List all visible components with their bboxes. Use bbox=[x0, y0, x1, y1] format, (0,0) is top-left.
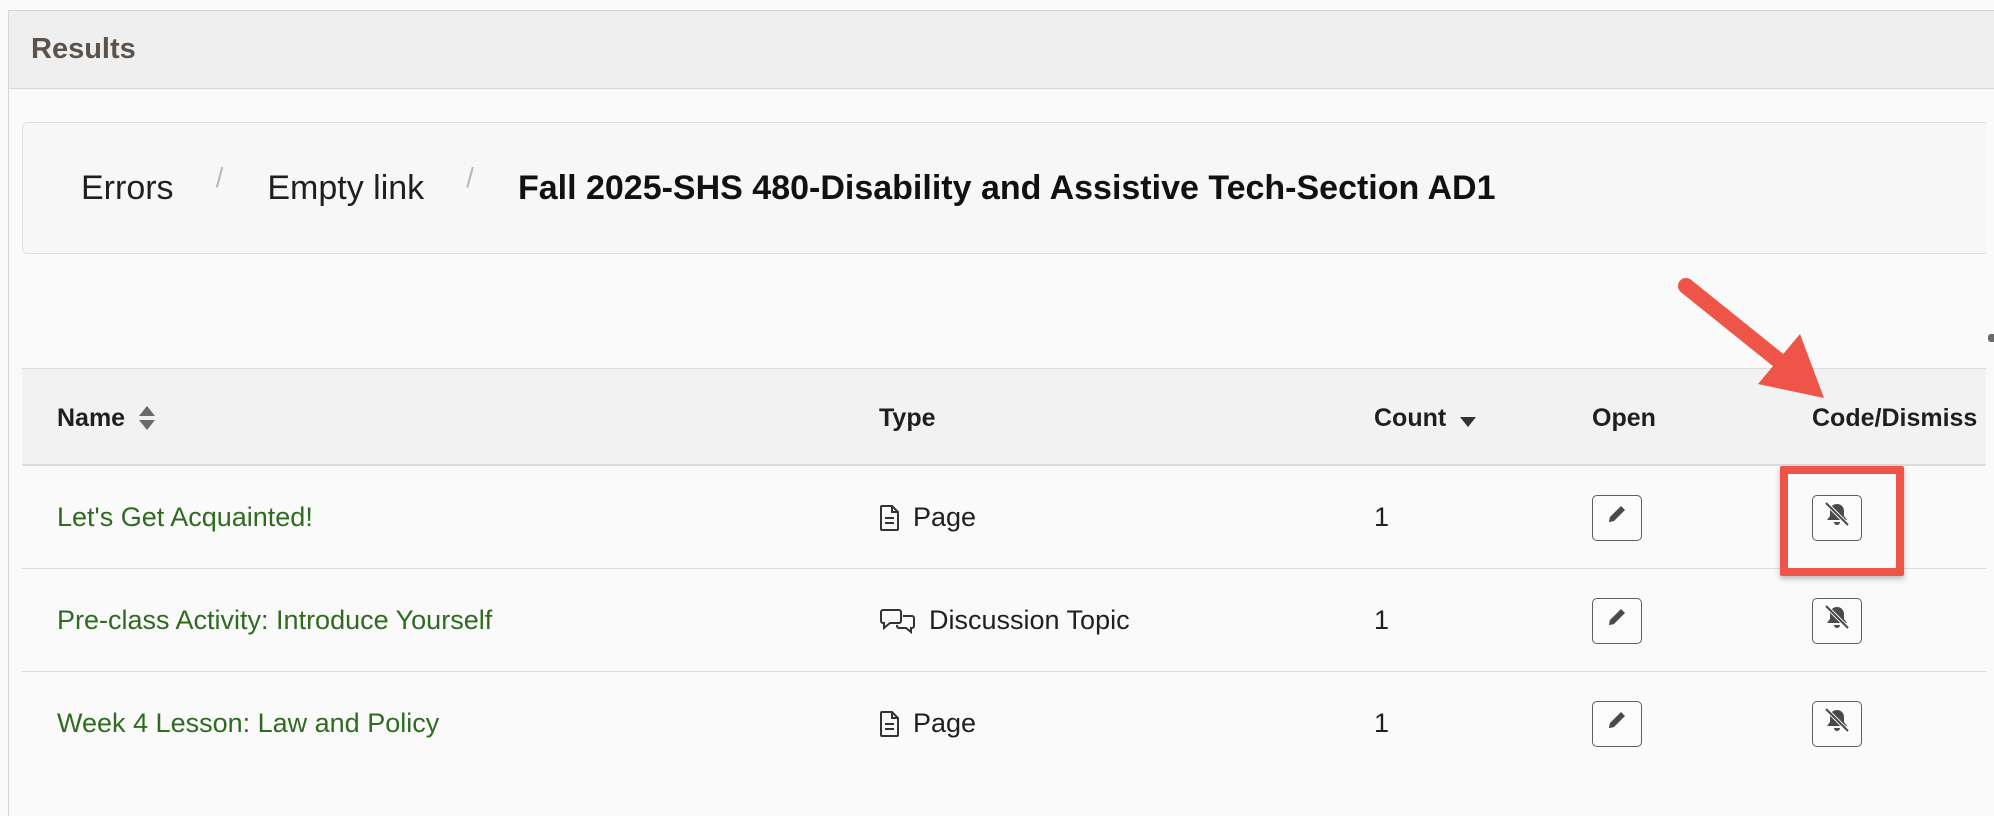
table-row: Let's Get Acquainted! Page 1 bbox=[22, 466, 1986, 569]
results-table: Name Type Count Open Code/Dismiss Let's … bbox=[22, 368, 1986, 775]
page-icon bbox=[879, 504, 901, 532]
annotation-arrow-icon bbox=[1678, 278, 1824, 398]
item-count: 1 bbox=[1374, 605, 1390, 635]
open-edit-button[interactable] bbox=[1592, 700, 1642, 747]
item-name-link[interactable]: Pre-class Activity: Introduce Yourself bbox=[57, 605, 492, 636]
column-header-count[interactable]: Count bbox=[1374, 369, 1477, 467]
column-header-open-label: Open bbox=[1592, 403, 1656, 432]
page-icon bbox=[879, 710, 901, 738]
breadcrumb: Errors / Empty link / Fall 2025-SHS 480-… bbox=[22, 122, 1986, 254]
bell-slash-icon bbox=[1823, 604, 1851, 637]
open-edit-button[interactable] bbox=[1592, 494, 1642, 541]
panel-header: Results bbox=[9, 11, 1994, 89]
breadcrumb-separator: / bbox=[466, 162, 474, 193]
column-header-open: Open bbox=[1592, 369, 1656, 467]
breadcrumb-empty-link[interactable]: Empty link bbox=[267, 169, 424, 208]
item-name-link[interactable]: Week 4 Lesson: Law and Policy bbox=[57, 708, 439, 739]
item-name-link[interactable]: Let's Get Acquainted! bbox=[57, 502, 313, 533]
panel-title: Results bbox=[31, 33, 136, 65]
dismiss-button[interactable] bbox=[1812, 597, 1862, 644]
item-type-label: Discussion Topic bbox=[929, 605, 1130, 635]
column-header-name[interactable]: Name bbox=[57, 369, 156, 467]
item-count: 1 bbox=[1374, 708, 1390, 738]
item-type-label: Page bbox=[913, 708, 977, 738]
breadcrumb-separator: / bbox=[215, 162, 224, 193]
breadcrumb-current-course: Fall 2025-SHS 480-Disability and Assisti… bbox=[517, 168, 1496, 207]
pencil-icon bbox=[1605, 502, 1629, 533]
pencil-icon bbox=[1605, 708, 1629, 739]
pencil-icon bbox=[1605, 605, 1629, 636]
scroll-indicator bbox=[1988, 334, 1994, 342]
item-type-label: Page bbox=[913, 502, 977, 532]
column-header-name-label: Name bbox=[57, 403, 126, 432]
open-edit-button[interactable] bbox=[1592, 597, 1642, 644]
table-row: Week 4 Lesson: Law and Policy Page 1 bbox=[22, 672, 1986, 775]
dismiss-button[interactable] bbox=[1812, 700, 1862, 747]
column-header-type-label: Type bbox=[879, 403, 936, 432]
table-row: Pre-class Activity: Introduce Yourself D… bbox=[22, 569, 1986, 672]
breadcrumb-errors[interactable]: Errors bbox=[81, 169, 174, 208]
annotation-highlight-box bbox=[1780, 466, 1904, 576]
discussion-icon bbox=[879, 607, 917, 635]
column-header-type: Type bbox=[879, 369, 936, 467]
sort-both-icon[interactable] bbox=[139, 405, 156, 431]
sort-descending-icon[interactable] bbox=[1460, 405, 1477, 431]
item-count: 1 bbox=[1374, 502, 1390, 532]
column-header-count-label: Count bbox=[1374, 403, 1447, 432]
bell-slash-icon bbox=[1823, 707, 1851, 740]
